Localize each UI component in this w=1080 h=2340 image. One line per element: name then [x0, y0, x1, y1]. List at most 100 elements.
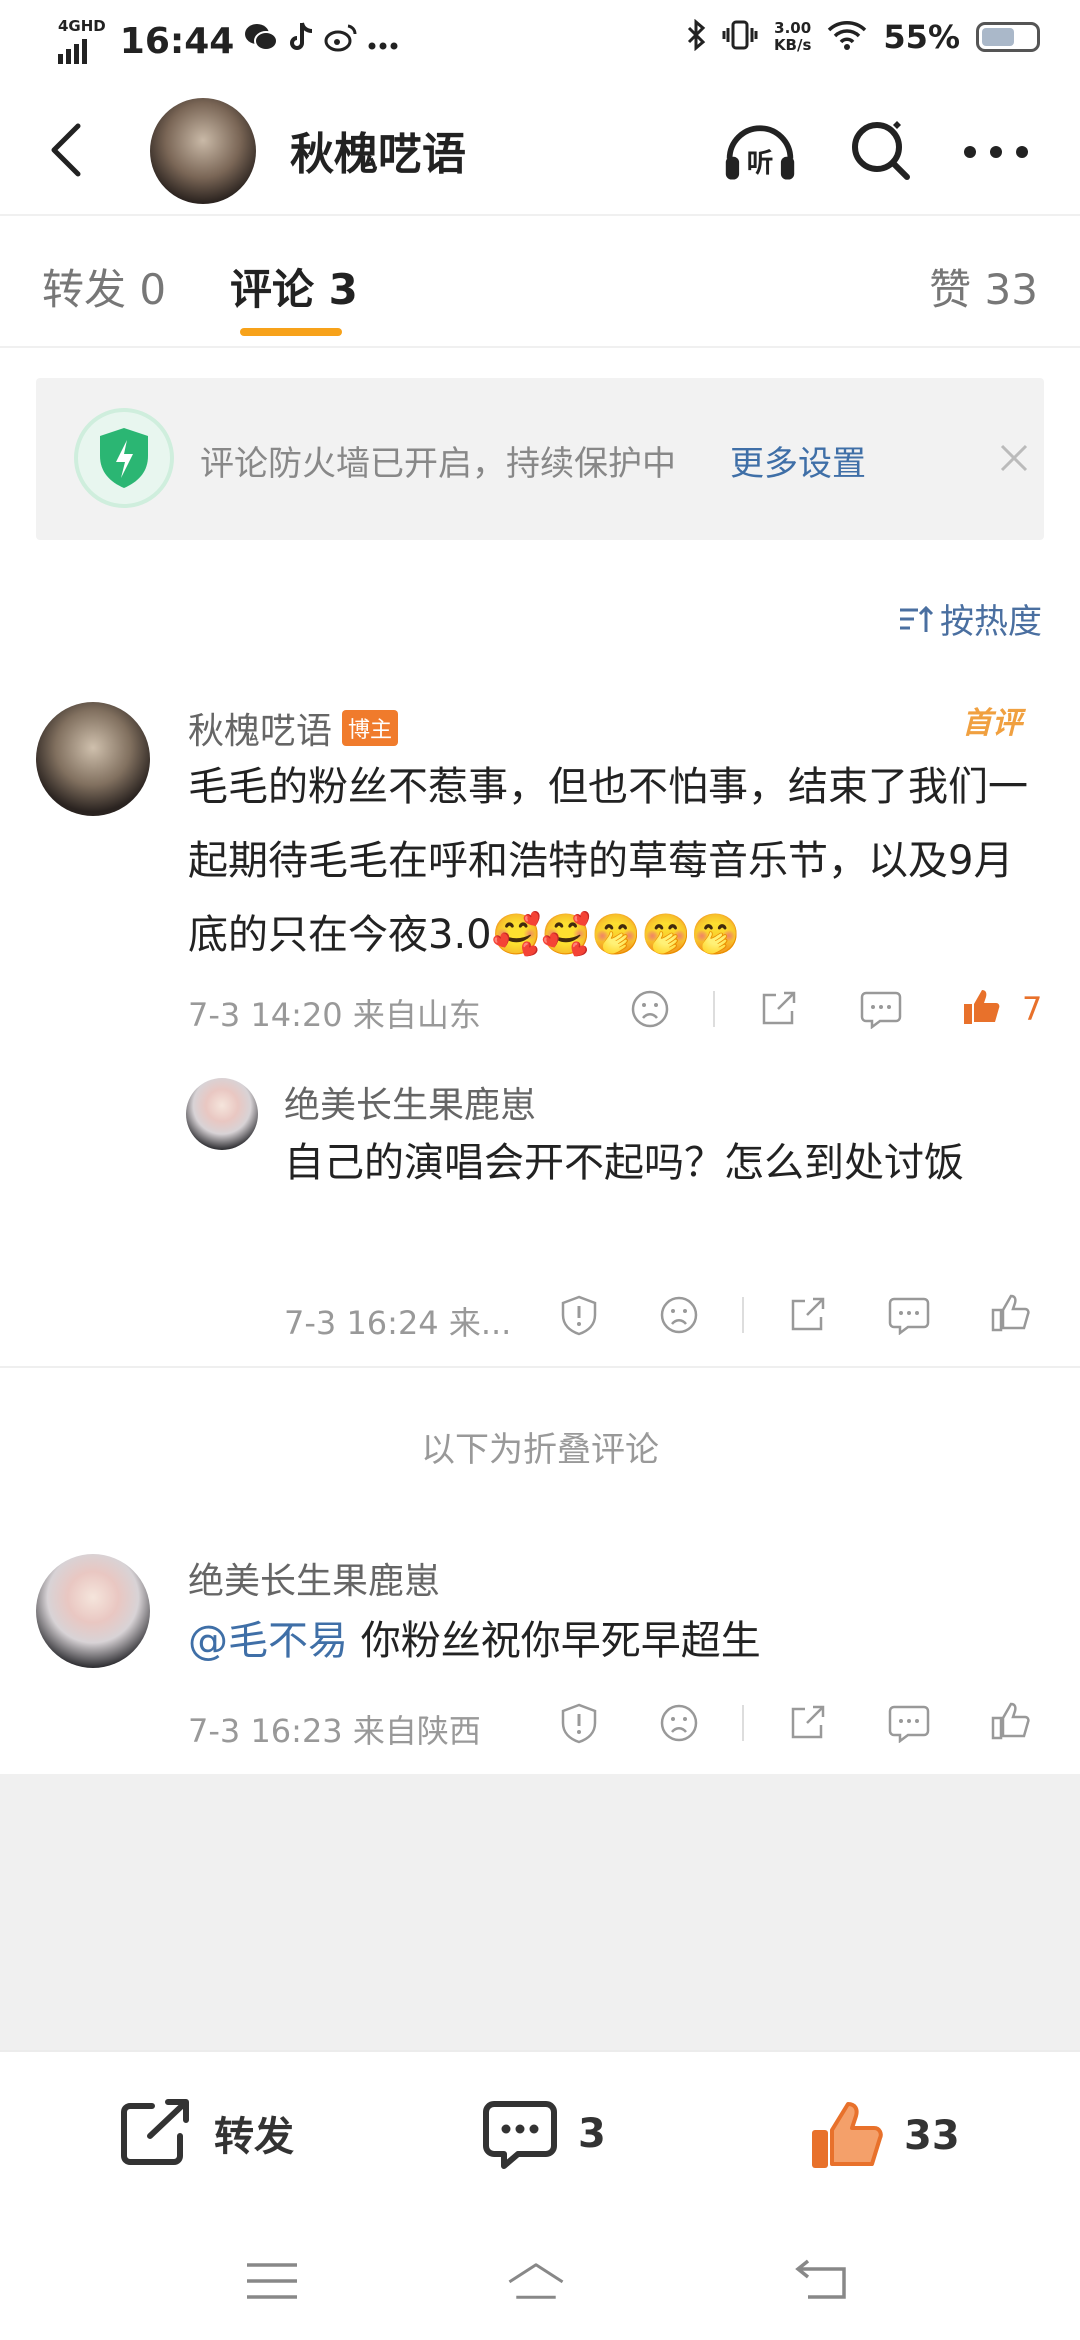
author-badge: 博主 — [342, 710, 399, 746]
svg-text:听: 听 — [747, 148, 774, 179]
vibrate-icon — [722, 19, 758, 55]
mention-link[interactable]: @毛不易 — [188, 1618, 348, 1664]
search-button[interactable] — [844, 114, 920, 190]
reply-button[interactable] — [858, 986, 904, 1032]
more-notifications-icon — [368, 24, 398, 59]
reply-avatar[interactable] — [186, 1078, 258, 1150]
commenter-name[interactable]: 秋槐呓语 博主 — [188, 702, 399, 754]
active-tab-indicator — [240, 328, 342, 336]
like-button[interactable] — [987, 1290, 1033, 1336]
bluetooth-icon — [686, 18, 706, 55]
reply-meta: 7-3 16:24 来... — [284, 1304, 512, 1342]
home-icon — [508, 2263, 564, 2299]
share-icon — [791, 1705, 825, 1739]
home-nav-button[interactable] — [506, 2256, 566, 2306]
frown-face-icon — [660, 1704, 698, 1742]
share-icon — [791, 1297, 825, 1331]
like-count: 7 — [1022, 990, 1043, 1028]
commenter-avatar[interactable] — [36, 702, 150, 816]
comment-text: @毛不易 你粉丝祝你早死早超生 — [188, 1618, 761, 1664]
network-speed: 3.00 KB/s — [773, 19, 812, 54]
more-dots-icon — [964, 146, 1028, 158]
reply-name[interactable]: 绝美长生果鹿崽 — [284, 1076, 536, 1128]
top-nav-bar: 秋槐呓语 听 — [0, 84, 1080, 216]
dislike-button[interactable] — [656, 1292, 702, 1338]
like-post-button[interactable]: 33 — [808, 2098, 960, 2174]
comment-bubble-icon — [888, 1297, 930, 1335]
tiktok-icon — [288, 21, 314, 61]
tab-likes[interactable]: 赞 33 — [929, 256, 1038, 317]
clock: 16:44 — [119, 20, 235, 62]
status-bar: 4GHD 16:44 3.00 KB/s 55% — [0, 0, 1080, 84]
comment-bubble-icon — [860, 991, 902, 1029]
warning-shield-icon — [561, 1295, 597, 1336]
share-icon — [762, 991, 796, 1025]
bottom-action-bar: 转发 3 33 — [0, 2050, 1080, 2220]
more-settings-link[interactable]: 更多设置 — [730, 436, 866, 485]
chevron-left-icon — [51, 123, 81, 177]
headphones-icon: 听 — [725, 125, 795, 180]
action-divider — [713, 991, 715, 1027]
wifi-icon — [827, 20, 867, 54]
commenter-avatar[interactable] — [36, 1554, 150, 1668]
thumbs-up-icon — [991, 1702, 1030, 1740]
sort-toggle[interactable]: 按热度 — [898, 594, 1042, 643]
folded-comments-label: 以下为折叠评论 — [421, 1430, 659, 1470]
wechat-icon — [244, 22, 279, 60]
warning-shield-icon — [561, 1703, 597, 1744]
notice-close-button[interactable] — [992, 436, 1036, 480]
reply-button[interactable] — [886, 1700, 932, 1746]
back-nav-button[interactable] — [792, 2256, 852, 2306]
thumbs-up-icon — [991, 1294, 1030, 1332]
action-divider — [742, 1705, 744, 1741]
share-button[interactable] — [755, 986, 801, 1032]
search-icon — [852, 121, 910, 180]
share-button[interactable] — [784, 1292, 830, 1338]
share-icon — [121, 2099, 189, 2165]
return-icon — [795, 2259, 846, 2299]
thumbs-up-icon — [812, 2102, 883, 2168]
battery-percent: 55% — [883, 18, 960, 56]
thumbs-up-icon — [964, 990, 1000, 1024]
frown-face-icon — [660, 1296, 698, 1334]
battery-icon — [976, 22, 1040, 52]
dislike-button[interactable] — [627, 986, 673, 1032]
weibo-icon — [324, 22, 358, 60]
tab-reposts[interactable]: 转发 0 — [42, 256, 166, 317]
header-avatar[interactable] — [150, 98, 256, 204]
like-button[interactable] — [987, 1698, 1033, 1744]
commenter-name[interactable]: 绝美长生果鹿崽 — [188, 1552, 440, 1604]
more-button[interactable] — [958, 114, 1034, 190]
frown-face-icon — [631, 990, 669, 1028]
sort-icon — [900, 605, 934, 632]
signal-icon — [58, 34, 106, 64]
comment-button[interactable]: 3 — [482, 2098, 606, 2170]
listen-button[interactable]: 听 — [722, 114, 798, 190]
comment-meta: 7-3 16:23 来自陕西 — [188, 1712, 481, 1750]
comment-bubble-icon — [483, 2101, 557, 2169]
action-divider — [742, 1297, 744, 1333]
report-button[interactable] — [556, 1292, 602, 1338]
share-button[interactable] — [784, 1700, 830, 1746]
comment-bubble-icon — [888, 1705, 930, 1743]
section-divider — [0, 1366, 1080, 1368]
comment-meta: 7-3 14:20 来自山东 — [188, 996, 481, 1034]
back-button[interactable] — [34, 118, 98, 182]
comment-text: 毛毛的粉丝不惹事，但也不怕事，结束了我们一起期待毛毛在呼和浩特的草莓音乐节，以及… — [188, 764, 1028, 958]
repost-button[interactable]: 转发 — [118, 2098, 294, 2168]
close-icon — [1000, 444, 1028, 472]
page-title[interactable]: 秋槐呓语 — [290, 118, 466, 182]
firewall-notice: 评论防火墙已开启，持续保护中 更多设置 — [36, 378, 1044, 540]
report-button[interactable] — [556, 1700, 602, 1746]
menu-nav-button[interactable] — [242, 2256, 302, 2306]
dislike-button[interactable] — [656, 1700, 702, 1746]
empty-area — [0, 1774, 1080, 2050]
tab-bar: 转发 0 评论 3 赞 33 — [0, 216, 1080, 348]
tab-comments[interactable]: 评论 3 — [230, 256, 358, 317]
reply-button[interactable] — [886, 1292, 932, 1338]
shield-icon — [74, 408, 174, 508]
like-button[interactable] — [958, 984, 1004, 1030]
first-comment-badge: 首评 — [962, 706, 1022, 741]
network-indicator: 4GHD — [58, 18, 106, 64]
system-nav-bar — [0, 2220, 1080, 2340]
